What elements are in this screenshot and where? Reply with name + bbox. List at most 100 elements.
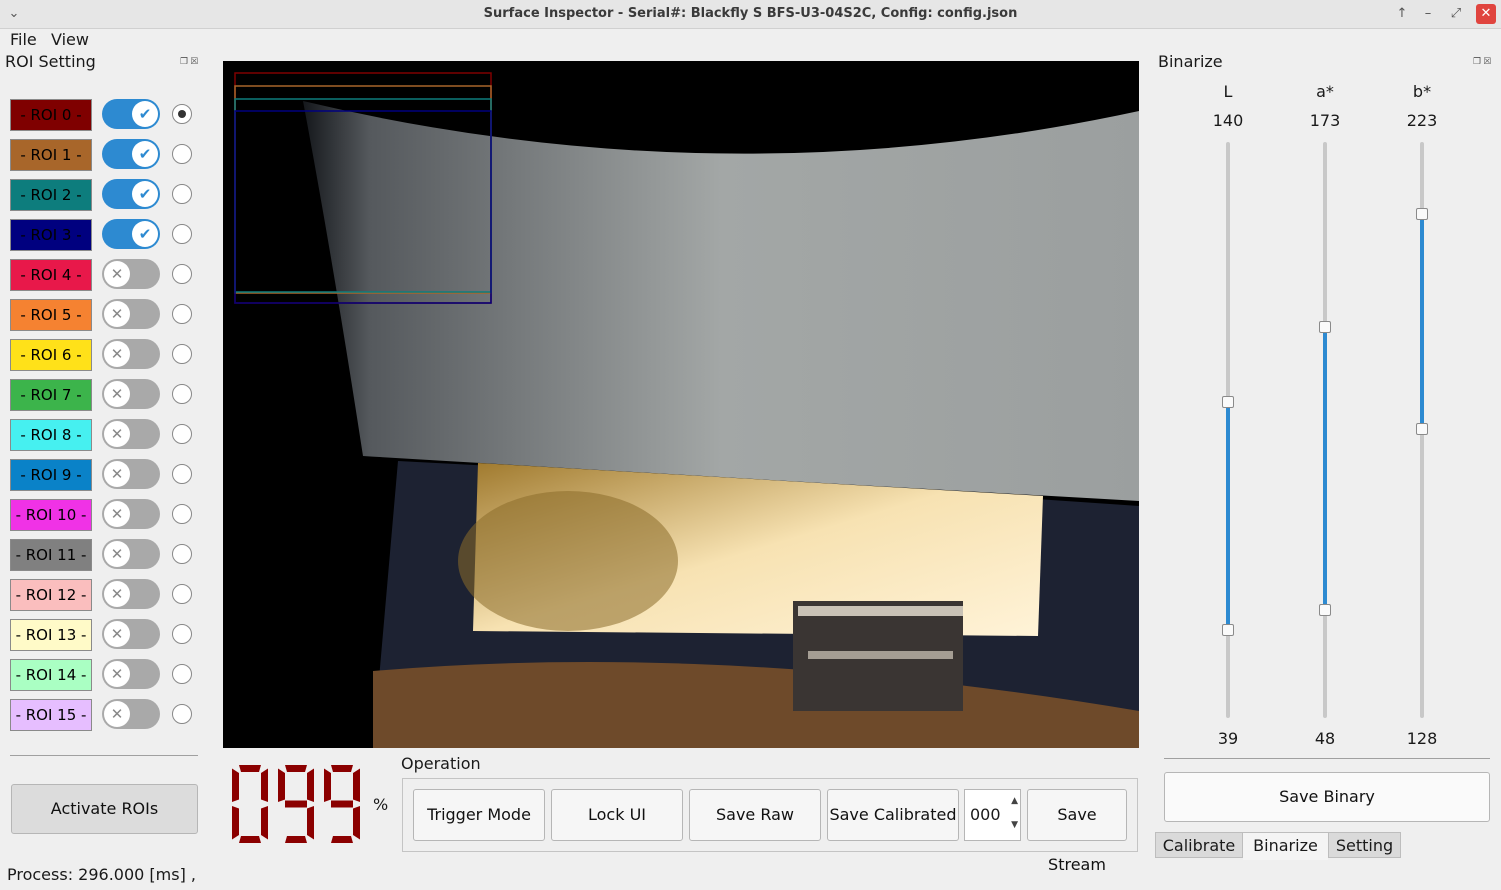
roi-select-radio[interactable] (172, 224, 192, 244)
roi-label[interactable]: - ROI 0 - (10, 99, 92, 131)
roi-select-radio[interactable] (172, 344, 192, 364)
spin-down-icon[interactable]: ▼ (1011, 820, 1018, 830)
tab-calibrate[interactable]: Calibrate (1155, 832, 1243, 858)
menu-view[interactable]: View (51, 30, 89, 49)
roi-select-radio[interactable] (172, 384, 192, 404)
save-calibrated-button[interactable]: Save Calibrated (827, 789, 959, 841)
roi-enable-toggle[interactable]: ✔ (102, 219, 160, 249)
roi-enable-toggle[interactable]: ✕ (102, 699, 160, 729)
save-raw-button[interactable]: Save Raw (689, 789, 821, 841)
roi-label[interactable]: - ROI 2 - (10, 179, 92, 211)
roi-select-radio[interactable] (172, 464, 192, 484)
title-bar: ⌄ Surface Inspector - Serial#: Blackfly … (0, 0, 1501, 29)
display-segment (278, 768, 285, 802)
lock-ui-button[interactable]: Lock UI (551, 789, 683, 841)
roi-select-radio[interactable] (172, 424, 192, 444)
roi-select-radio[interactable] (172, 544, 192, 564)
roi-enable-toggle[interactable]: ✕ (102, 259, 160, 289)
roi-enable-toggle[interactable]: ✔ (102, 139, 160, 169)
roi-label[interactable]: - ROI 9 - (10, 459, 92, 491)
display-segment (307, 806, 314, 840)
save-binary-button[interactable]: Save Binary (1164, 772, 1490, 822)
close-icon[interactable]: ✕ (1476, 4, 1496, 24)
upper-handle[interactable] (1222, 395, 1234, 408)
save-stream-button[interactable]: Save Stream (1027, 789, 1127, 874)
roi-select-radio[interactable] (172, 624, 192, 644)
activate-rois-button[interactable]: Activate ROIs (11, 784, 198, 834)
display-segment (232, 806, 239, 840)
lower-value: 39 (1217, 729, 1239, 748)
maximize-icon[interactable]: ⤢ (1446, 4, 1466, 24)
lower-handle[interactable] (1416, 422, 1428, 435)
roi-row: - ROI 1 - ✔ (10, 139, 200, 171)
float-icon[interactable]: ❐ (1473, 57, 1483, 67)
roi-label[interactable]: - ROI 11 - (10, 539, 92, 571)
frame-count-spinbox[interactable]: 000 ▲ ▼ (964, 789, 1021, 841)
roi-label[interactable]: - ROI 10 - (10, 499, 92, 531)
roi-enable-toggle[interactable]: ✔ (102, 179, 160, 209)
roi-label[interactable]: - ROI 3 - (10, 219, 92, 251)
trigger-mode-button[interactable]: Trigger Mode (413, 789, 545, 841)
close-icon[interactable]: ☒ (1483, 57, 1493, 67)
roi-select-radio[interactable] (172, 144, 192, 164)
upper-handle[interactable] (1319, 321, 1331, 334)
roi-select-radio[interactable] (172, 504, 192, 524)
roi-select-radio[interactable] (172, 264, 192, 284)
slider-range (1420, 214, 1424, 429)
roi-row: - ROI 6 - ✕ (10, 339, 200, 371)
roi-label[interactable]: - ROI 14 - (10, 659, 92, 691)
camera-view[interactable] (223, 61, 1139, 748)
display-segment (285, 836, 307, 843)
roi-enable-toggle[interactable]: ✕ (102, 619, 160, 649)
tab-binarize[interactable]: Binarize (1243, 832, 1328, 860)
percentage-display (230, 762, 366, 846)
tab-setting[interactable]: Setting (1328, 832, 1401, 858)
roi-enable-toggle[interactable]: ✕ (102, 419, 160, 449)
roi-enable-toggle[interactable]: ✕ (102, 539, 160, 569)
roi-enable-toggle[interactable]: ✕ (102, 659, 160, 689)
roi-enable-toggle[interactable]: ✔ (102, 99, 160, 129)
display-segment (324, 768, 331, 802)
roi-row: - ROI 5 - ✕ (10, 299, 200, 331)
check-icon: ✔ (132, 221, 158, 247)
roi-select-radio[interactable] (172, 184, 192, 204)
float-icon[interactable]: ❐ (180, 57, 190, 67)
menu-file[interactable]: File (10, 30, 37, 49)
roi-enable-toggle[interactable]: ✕ (102, 379, 160, 409)
roi-row: - ROI 10 - ✕ (10, 499, 200, 531)
roi-label[interactable]: - ROI 15 - (10, 699, 92, 731)
roi-label[interactable]: - ROI 8 - (10, 419, 92, 451)
lower-handle[interactable] (1222, 623, 1234, 636)
lower-handle[interactable] (1319, 603, 1331, 616)
roi-label[interactable]: - ROI 12 - (10, 579, 92, 611)
channel-name: b* (1412, 82, 1432, 101)
roi-row: - ROI 15 - ✕ (10, 699, 200, 731)
cross-icon: ✕ (104, 501, 130, 527)
operation-title: Operation (401, 754, 481, 773)
roi-enable-toggle[interactable]: ✕ (102, 339, 160, 369)
minimize-icon[interactable]: – (1418, 4, 1438, 24)
roi-label[interactable]: - ROI 6 - (10, 339, 92, 371)
roi-label[interactable]: - ROI 5 - (10, 299, 92, 331)
roi-enable-toggle[interactable]: ✕ (102, 579, 160, 609)
roi-select-radio[interactable] (172, 584, 192, 604)
roi-label[interactable]: - ROI 1 - (10, 139, 92, 171)
upper-handle[interactable] (1416, 208, 1428, 220)
roi-select-radio[interactable] (172, 304, 192, 324)
roi-enable-toggle[interactable]: ✕ (102, 299, 160, 329)
roi-enable-toggle[interactable]: ✕ (102, 499, 160, 529)
roi-row: - ROI 7 - ✕ (10, 379, 200, 411)
display-segment (307, 768, 314, 802)
roi-select-radio[interactable] (172, 664, 192, 684)
spin-up-icon[interactable]: ▲ (1011, 796, 1018, 806)
roi-label[interactable]: - ROI 13 - (10, 619, 92, 651)
keep-above-icon[interactable]: ↑ (1392, 4, 1412, 24)
close-icon[interactable]: ☒ (190, 57, 200, 67)
roi-label[interactable]: - ROI 7 - (10, 379, 92, 411)
roi-select-radio[interactable] (172, 104, 192, 124)
roi-select-radio[interactable] (172, 704, 192, 724)
roi-label[interactable]: - ROI 4 - (10, 259, 92, 291)
cross-icon: ✕ (104, 341, 130, 367)
divider (1164, 758, 1490, 759)
roi-enable-toggle[interactable]: ✕ (102, 459, 160, 489)
